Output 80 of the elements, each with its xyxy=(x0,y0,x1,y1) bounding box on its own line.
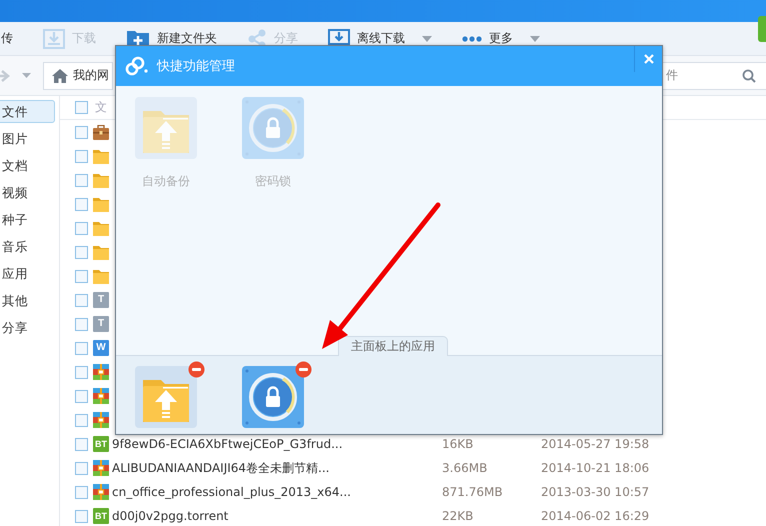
sidebar-item[interactable]: 应用 xyxy=(0,262,55,285)
search-placeholder: 件 xyxy=(666,67,678,84)
row-checkbox[interactable] xyxy=(75,222,88,234)
row-checkbox[interactable] xyxy=(75,318,88,330)
row-checkbox[interactable] xyxy=(75,462,88,474)
file-size: 3.66MB xyxy=(442,461,488,475)
dialog-title: 快捷功能管理 xyxy=(157,58,236,75)
remove-icon[interactable] xyxy=(188,361,205,378)
toolbar-button[interactable]: 传 xyxy=(1,30,13,47)
padlock-icon xyxy=(242,97,304,159)
file-date: 2014-10-21 18:06 xyxy=(541,461,650,475)
folder-icon xyxy=(93,268,109,284)
file-size: 871.76MB xyxy=(442,485,504,499)
archive-icon xyxy=(93,388,109,404)
address-bar[interactable]: 我的网 xyxy=(43,62,113,90)
row-checkbox[interactable] xyxy=(75,438,88,450)
row-checkbox[interactable] xyxy=(75,270,88,282)
row-checkbox[interactable] xyxy=(75,198,88,210)
sidebar-item[interactable]: 分享 xyxy=(0,316,55,339)
folder-icon xyxy=(93,172,109,188)
home-icon xyxy=(52,68,68,82)
torrent-file-icon: BT xyxy=(93,508,109,524)
dropdown-caret-icon[interactable] xyxy=(22,73,31,78)
remove-icon[interactable] xyxy=(295,361,312,378)
row-checkbox[interactable] xyxy=(75,486,88,498)
archive-icon xyxy=(93,364,109,380)
sidebar-item[interactable]: 文档 xyxy=(0,154,55,177)
search-field[interactable]: 件 xyxy=(660,62,766,90)
briefcase-icon xyxy=(93,124,109,140)
edge-tab[interactable] xyxy=(758,16,766,42)
more-icon xyxy=(462,36,482,42)
sidebar-item[interactable]: 种子 xyxy=(0,208,55,231)
toolbar-button[interactable]: 更多 xyxy=(462,30,540,47)
file-name[interactable]: d00j0v2pgg.torrent xyxy=(112,509,442,523)
file-name[interactable]: 9f8ewD6-ECIA6XbFtwejCEoP_G3frud... xyxy=(112,437,442,451)
file-date: 2014-06-02 16:29 xyxy=(541,509,650,523)
cloud-logo-icon xyxy=(125,56,149,76)
archive-icon xyxy=(93,484,109,500)
search-icon xyxy=(742,68,756,82)
word-file-icon: W xyxy=(93,340,109,356)
toolbar-button[interactable]: 离线下载 xyxy=(328,28,432,48)
sidebar-item[interactable]: 图片 xyxy=(0,127,55,150)
sidebar-item[interactable]: 音乐 xyxy=(0,235,55,258)
row-checkbox[interactable] xyxy=(75,174,88,186)
file-date: 2014-05-27 19:58 xyxy=(541,437,650,451)
row-checkbox[interactable] xyxy=(75,246,88,258)
row-checkbox[interactable] xyxy=(75,414,88,426)
file-date: 2013-03-30 10:57 xyxy=(541,485,650,499)
padlock-icon xyxy=(242,366,304,428)
folder-upload-icon xyxy=(135,97,197,159)
text-file-icon: T xyxy=(93,292,109,308)
row-checkbox[interactable] xyxy=(75,150,88,162)
sidebar-item[interactable]: 其他 xyxy=(0,289,55,312)
folder-icon xyxy=(93,148,109,164)
download-icon xyxy=(43,28,65,48)
folder-upload-icon xyxy=(135,366,197,428)
sidebar-item[interactable]: 文件 xyxy=(0,100,55,123)
torrent-file-icon: BT xyxy=(93,436,109,452)
panel-app-tile[interactable] xyxy=(242,366,304,428)
file-size: 16KB xyxy=(442,437,474,451)
file-name[interactable]: cn_office_professional_plus_2013_x64... xyxy=(112,485,442,499)
file-name[interactable]: ALIBUDANIAANDAIJI64卷全未删节精... xyxy=(112,460,442,476)
close-icon xyxy=(644,54,654,64)
archive-icon xyxy=(93,460,109,476)
text-file-icon: T xyxy=(93,316,109,332)
row-checkbox[interactable] xyxy=(75,294,88,306)
row-checkbox[interactable] xyxy=(75,390,88,402)
sidebar-item[interactable]: 视频 xyxy=(0,181,55,204)
folder-icon xyxy=(93,244,109,260)
row-checkbox[interactable] xyxy=(75,126,88,138)
row-checkbox[interactable] xyxy=(75,342,88,354)
location-text: 我的网 xyxy=(73,67,109,84)
row-checkbox[interactable] xyxy=(75,510,88,522)
panel-app-tile[interactable] xyxy=(135,366,197,428)
folder-icon xyxy=(93,220,109,236)
select-all-checkbox[interactable] xyxy=(75,101,88,114)
row-checkbox[interactable] xyxy=(75,366,88,378)
folder-icon xyxy=(93,196,109,212)
archive-icon xyxy=(93,412,109,428)
file-size: 22KB xyxy=(442,509,474,523)
